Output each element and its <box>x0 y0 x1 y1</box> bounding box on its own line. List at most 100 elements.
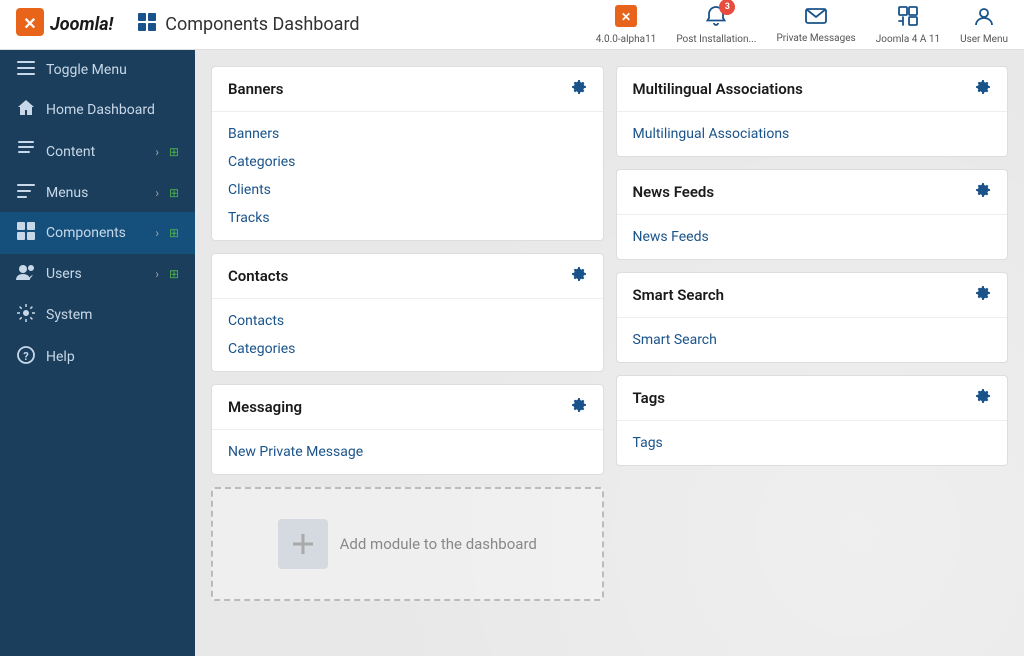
mail-icon <box>805 6 827 31</box>
tags-card-header: Tags <box>617 376 1008 421</box>
system-icon <box>16 304 36 326</box>
smart-search-link[interactable]: Smart Search <box>633 326 992 354</box>
banners-link-tracks[interactable]: Tracks <box>228 204 587 232</box>
home-dashboard-label: Home Dashboard <box>46 102 179 118</box>
smart-search-card-header: Smart Search <box>617 273 1008 318</box>
system-label: System <box>46 307 179 323</box>
contacts-card: Contacts Contacts Categories <box>211 253 604 372</box>
messaging-title: Messaging <box>228 398 302 416</box>
topbar-joomla-version[interactable]: ✕ 4.0.0-alpha11 <box>596 5 657 45</box>
private-messages-label: Private Messages <box>776 33 855 44</box>
user-icon <box>973 5 995 32</box>
multilingual-gear-icon[interactable] <box>975 79 991 99</box>
joomla-wordmark: Joomla! <box>50 14 113 35</box>
multilingual-title: Multilingual Associations <box>633 80 803 98</box>
contacts-link-categories[interactable]: Categories <box>228 335 587 363</box>
joomla4-icon <box>897 5 919 32</box>
joomla-logo[interactable]: ✕ Joomla! <box>16 8 113 42</box>
multilingual-card-header: Multilingual Associations <box>617 67 1008 112</box>
joomla-x-icon: ✕ <box>16 8 44 42</box>
add-module-area[interactable]: Add module to the dashboard <box>211 487 604 601</box>
topbar-private-messages[interactable]: Private Messages <box>776 6 855 44</box>
tags-title: Tags <box>633 389 666 407</box>
page-title-text: Components Dashboard <box>165 14 359 35</box>
news-feeds-gear-icon[interactable] <box>975 182 991 202</box>
smart-search-gear-icon[interactable] <box>975 285 991 305</box>
multilingual-link[interactable]: Multilingual Associations <box>633 120 992 148</box>
sidebar-item-help[interactable]: ? Help <box>0 336 195 378</box>
topbar-actions: ✕ 4.0.0-alpha11 3 Post Installation... <box>596 5 1008 45</box>
contacts-card-header: Contacts <box>212 254 603 299</box>
news-feeds-card-body: News Feeds <box>617 215 1008 259</box>
news-feeds-card-header: News Feeds <box>617 170 1008 215</box>
tags-gear-icon[interactable] <box>975 388 991 408</box>
tags-card: Tags Tags <box>616 375 1009 466</box>
help-label: Help <box>46 349 179 365</box>
svg-text:✕: ✕ <box>621 10 631 24</box>
add-module-label: Add module to the dashboard <box>340 535 537 553</box>
svg-text:✕: ✕ <box>23 14 36 33</box>
page-title: Components Dashboard <box>137 12 359 37</box>
banners-link-clients[interactable]: Clients <box>228 176 587 204</box>
sidebar: Toggle Menu Home Dashboard Content › ⊞ <box>0 50 195 656</box>
content-icon <box>16 141 36 163</box>
topbar-user-menu[interactable]: User Menu <box>960 5 1008 45</box>
joomla-version-label: 4.0.0-alpha11 <box>596 34 657 45</box>
messaging-card: Messaging New Private Message <box>211 384 604 475</box>
sidebar-item-toggle-menu[interactable]: Toggle Menu <box>0 50 195 89</box>
right-column: Multilingual Associations Multilingual A… <box>616 66 1009 601</box>
sidebar-item-menus[interactable]: Menus › ⊞ <box>0 173 195 212</box>
tags-link[interactable]: Tags <box>633 429 992 457</box>
toggle-menu-icon <box>16 60 36 79</box>
users-arrow-icon: › <box>155 267 159 281</box>
sidebar-item-system[interactable]: System <box>0 294 195 336</box>
joomla-version-icon: ✕ <box>615 5 637 32</box>
topbar: ✕ Joomla! Components Dashboard ✕ 4.0.0- <box>0 0 1024 50</box>
multilingual-card: Multilingual Associations Multilingual A… <box>616 66 1009 157</box>
banners-link-categories[interactable]: Categories <box>228 148 587 176</box>
messaging-link-new-private-message[interactable]: New Private Message <box>228 438 587 466</box>
dashboard-grid: Banners Banners Categories Clients Track <box>211 66 1008 601</box>
sidebar-item-users[interactable]: Users › ⊞ <box>0 254 195 294</box>
help-icon: ? <box>16 346 36 368</box>
sidebar-item-home-dashboard[interactable]: Home Dashboard <box>0 89 195 131</box>
user-menu-label: User Menu <box>960 34 1008 45</box>
contacts-gear-icon[interactable] <box>571 266 587 286</box>
contacts-link-contacts[interactable]: Contacts <box>228 307 587 335</box>
messaging-card-header: Messaging <box>212 385 603 430</box>
sidebar-item-components[interactable]: Components › ⊞ <box>0 212 195 254</box>
banners-card-header: Banners <box>212 67 603 112</box>
components-arrow-icon: › <box>155 226 159 240</box>
bell-icon: 3 <box>705 5 727 32</box>
main-content: Banners Banners Categories Clients Track <box>195 50 1024 656</box>
components-label: Components <box>46 225 145 241</box>
add-module-icon <box>278 519 328 569</box>
components-grid-icon: ⊞ <box>169 226 179 240</box>
banners-gear-icon[interactable] <box>571 79 587 99</box>
content-label: Content <box>46 144 145 160</box>
news-feeds-link[interactable]: News Feeds <box>633 223 992 251</box>
smart-search-card-body: Smart Search <box>617 318 1008 362</box>
topbar-joomla4[interactable]: Joomla 4 A 11 <box>876 5 940 45</box>
banners-card-body: Banners Categories Clients Tracks <box>212 112 603 240</box>
contacts-card-body: Contacts Categories <box>212 299 603 371</box>
banners-title: Banners <box>228 80 284 98</box>
menus-grid-icon: ⊞ <box>169 186 179 200</box>
content-grid-icon: ⊞ <box>169 145 179 159</box>
topbar-post-installation[interactable]: 3 Post Installation... <box>676 5 756 45</box>
joomla4-label: Joomla 4 A 11 <box>876 34 940 45</box>
banners-link-banners[interactable]: Banners <box>228 120 587 148</box>
smart-search-title: Smart Search <box>633 286 725 304</box>
news-feeds-title: News Feeds <box>633 183 715 201</box>
messaging-card-body: New Private Message <box>212 430 603 474</box>
multilingual-card-body: Multilingual Associations <box>617 112 1008 156</box>
messaging-gear-icon[interactable] <box>571 397 587 417</box>
content-arrow-icon: › <box>155 145 159 159</box>
smart-search-card: Smart Search Smart Search <box>616 272 1009 363</box>
main-layout: Toggle Menu Home Dashboard Content › ⊞ <box>0 50 1024 656</box>
components-icon <box>137 12 157 37</box>
contacts-title: Contacts <box>228 267 288 285</box>
left-column: Banners Banners Categories Clients Track <box>211 66 604 601</box>
menus-arrow-icon: › <box>155 186 159 200</box>
sidebar-item-content[interactable]: Content › ⊞ <box>0 131 195 173</box>
